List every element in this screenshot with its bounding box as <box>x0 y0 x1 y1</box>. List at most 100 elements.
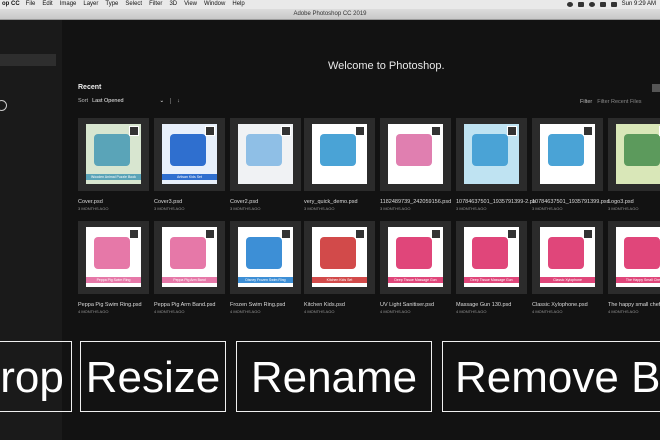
file-thumbnail[interactable] <box>456 118 527 191</box>
file-age: 4 MONTHS AGO <box>154 309 185 314</box>
menu-view[interactable]: View <box>184 0 197 9</box>
thumbnail-label: Deep Tissue Massage Gun <box>388 277 443 283</box>
menu-layer[interactable]: Layer <box>83 0 98 9</box>
menu-help[interactable]: Help <box>232 0 244 9</box>
thumbnail-image <box>464 124 519 184</box>
menu-type[interactable]: Type <box>105 0 118 9</box>
menu-filter[interactable]: Filter <box>149 0 162 9</box>
thumbnail-image: Wooden Animal Puzzle Book <box>86 124 141 184</box>
product-image <box>320 134 356 166</box>
file-thumbnail[interactable] <box>230 118 301 191</box>
product-image <box>246 134 282 166</box>
app-menu[interactable]: op CC <box>0 0 20 9</box>
file-name[interactable]: Frozen Swim Ring.psd <box>230 302 310 308</box>
thumbnail-label: Wooden Animal Puzzle Book <box>86 174 141 180</box>
file-name[interactable]: Logo3.psd <box>608 199 660 205</box>
thumbnail-image: Artisan Kids Set <box>162 124 217 184</box>
file-name[interactable]: Massage Gun 130.psd <box>456 302 536 308</box>
file-name[interactable]: 10784637501_1935791399.psd <box>532 199 612 205</box>
thumbnail-image: Peppa Pig Arm Band <box>162 227 217 287</box>
qr-code <box>205 229 215 239</box>
menu-file[interactable]: File <box>26 0 36 9</box>
file-thumbnail[interactable]: Peppa Pig Swim Ring <box>78 221 149 294</box>
divider <box>170 98 172 104</box>
cloud-icon[interactable] <box>577 2 584 7</box>
file-thumbnail[interactable] <box>304 118 375 191</box>
product-image <box>624 134 660 166</box>
product-image <box>94 134 130 166</box>
menubar-clock[interactable]: Sun 9:29 AM <box>622 0 656 9</box>
welcome-heading: Welcome to Photoshop. <box>328 60 445 72</box>
file-name[interactable]: 1182489739_242059156.psd <box>380 199 460 205</box>
file-age: 4 MONTHS AGO <box>304 309 335 314</box>
status-area: Sun 9:29 AM <box>566 0 656 9</box>
file-name[interactable]: UV Light Sanitiser.psd <box>380 302 460 308</box>
file-name[interactable]: The happy small chef.psd <box>608 302 660 308</box>
grid-view-icon[interactable] <box>652 84 660 92</box>
timer-icon[interactable] <box>588 2 595 7</box>
menu-image[interactable]: Image <box>60 0 77 9</box>
qr-code <box>583 126 593 136</box>
menu-window[interactable]: Window <box>204 0 225 9</box>
file-thumbnail[interactable]: Deep Tissue Massage Gun <box>380 221 451 294</box>
file-thumbnail[interactable]: Kitchen Kids Set <box>304 221 375 294</box>
filter-input[interactable]: Filter Recent Files <box>597 99 641 105</box>
file-thumbnail[interactable]: Deep Tissue Massage Gun <box>456 221 527 294</box>
window-title-bar: Adobe Photoshop CC 2019 <box>0 9 660 20</box>
sort-dropdown[interactable]: Last Opened ⌄ <box>92 98 164 104</box>
thumbnail-image: Deep Tissue Massage Gun <box>388 227 443 287</box>
product-image <box>624 237 660 269</box>
file-name[interactable]: 10784637501_1935791399-2.psd <box>456 199 536 205</box>
menu-3d[interactable]: 3D <box>169 0 177 9</box>
file-thumbnail[interactable] <box>532 118 603 191</box>
thumbnail-label: Peppa Pig Swim Ring <box>86 277 141 283</box>
product-image <box>396 237 432 269</box>
thumbnail-label: The Happy Small Chef <box>616 277 660 283</box>
file-age: 4 MONTHS AGO <box>456 309 487 314</box>
thumbnail-image: Kitchen Kids Set <box>312 227 367 287</box>
qr-code <box>583 229 593 239</box>
thumbnail-image <box>540 124 595 184</box>
file-name[interactable]: Cover3.psd <box>154 199 234 205</box>
qr-code <box>507 126 517 136</box>
file-name[interactable]: Peppa Pig Arm Band.psd <box>154 302 234 308</box>
menu-edit[interactable]: Edit <box>42 0 52 9</box>
file-name[interactable]: Kitchen Kids.psd <box>304 302 384 308</box>
file-thumbnail[interactable] <box>380 118 451 191</box>
file-name[interactable]: Peppa Pig Swim Ring.psd <box>78 302 158 308</box>
wifi-icon[interactable] <box>599 2 606 7</box>
filter-row: Filter Filter Recent Files <box>580 99 642 105</box>
file-thumbnail[interactable] <box>608 118 660 191</box>
status-icon[interactable] <box>566 2 573 7</box>
recent-heading: Recent <box>78 84 102 91</box>
thumbnail-image <box>616 124 660 184</box>
sort-row: Sort Last Opened ⌄ ↓ <box>78 98 180 104</box>
file-name[interactable]: very_quick_demo.psd <box>304 199 384 205</box>
product-image <box>472 237 508 269</box>
file-thumbnail[interactable]: The Happy Small Chef <box>608 221 660 294</box>
file-name[interactable]: Cover.psd <box>78 199 158 205</box>
menu-select[interactable]: Select <box>125 0 142 9</box>
qr-code <box>431 126 441 136</box>
qr-code <box>205 126 215 136</box>
thumbnail-image: Disney Frozen Swim Ring <box>238 227 293 287</box>
file-name[interactable]: Cover2.psd <box>230 199 310 205</box>
sort-direction-icon[interactable]: ↓ <box>177 98 180 104</box>
battery-icon[interactable] <box>610 2 617 7</box>
file-thumbnail[interactable]: Disney Frozen Swim Ring <box>230 221 301 294</box>
sidebar-selected-item[interactable] <box>0 54 56 66</box>
file-age: 4 MONTHS AGO <box>78 309 109 314</box>
file-name[interactable]: Classic Xylophone.psd <box>532 302 612 308</box>
file-thumbnail[interactable]: Classic Xylophone <box>532 221 603 294</box>
file-thumbnail[interactable]: Wooden Animal Puzzle Book <box>78 118 149 191</box>
product-image <box>246 237 282 269</box>
file-age: 3 MONTHS AGO <box>456 206 487 211</box>
file-thumbnail[interactable]: Peppa Pig Arm Band <box>154 221 225 294</box>
file-thumbnail[interactable]: Artisan Kids Set <box>154 118 225 191</box>
resize-label: Resize <box>80 341 226 412</box>
product-image <box>320 237 356 269</box>
thumbnail-image: Peppa Pig Swim Ring <box>86 227 141 287</box>
qr-code <box>355 126 365 136</box>
sort-label: Sort <box>78 98 89 104</box>
account-icon[interactable] <box>0 100 7 111</box>
